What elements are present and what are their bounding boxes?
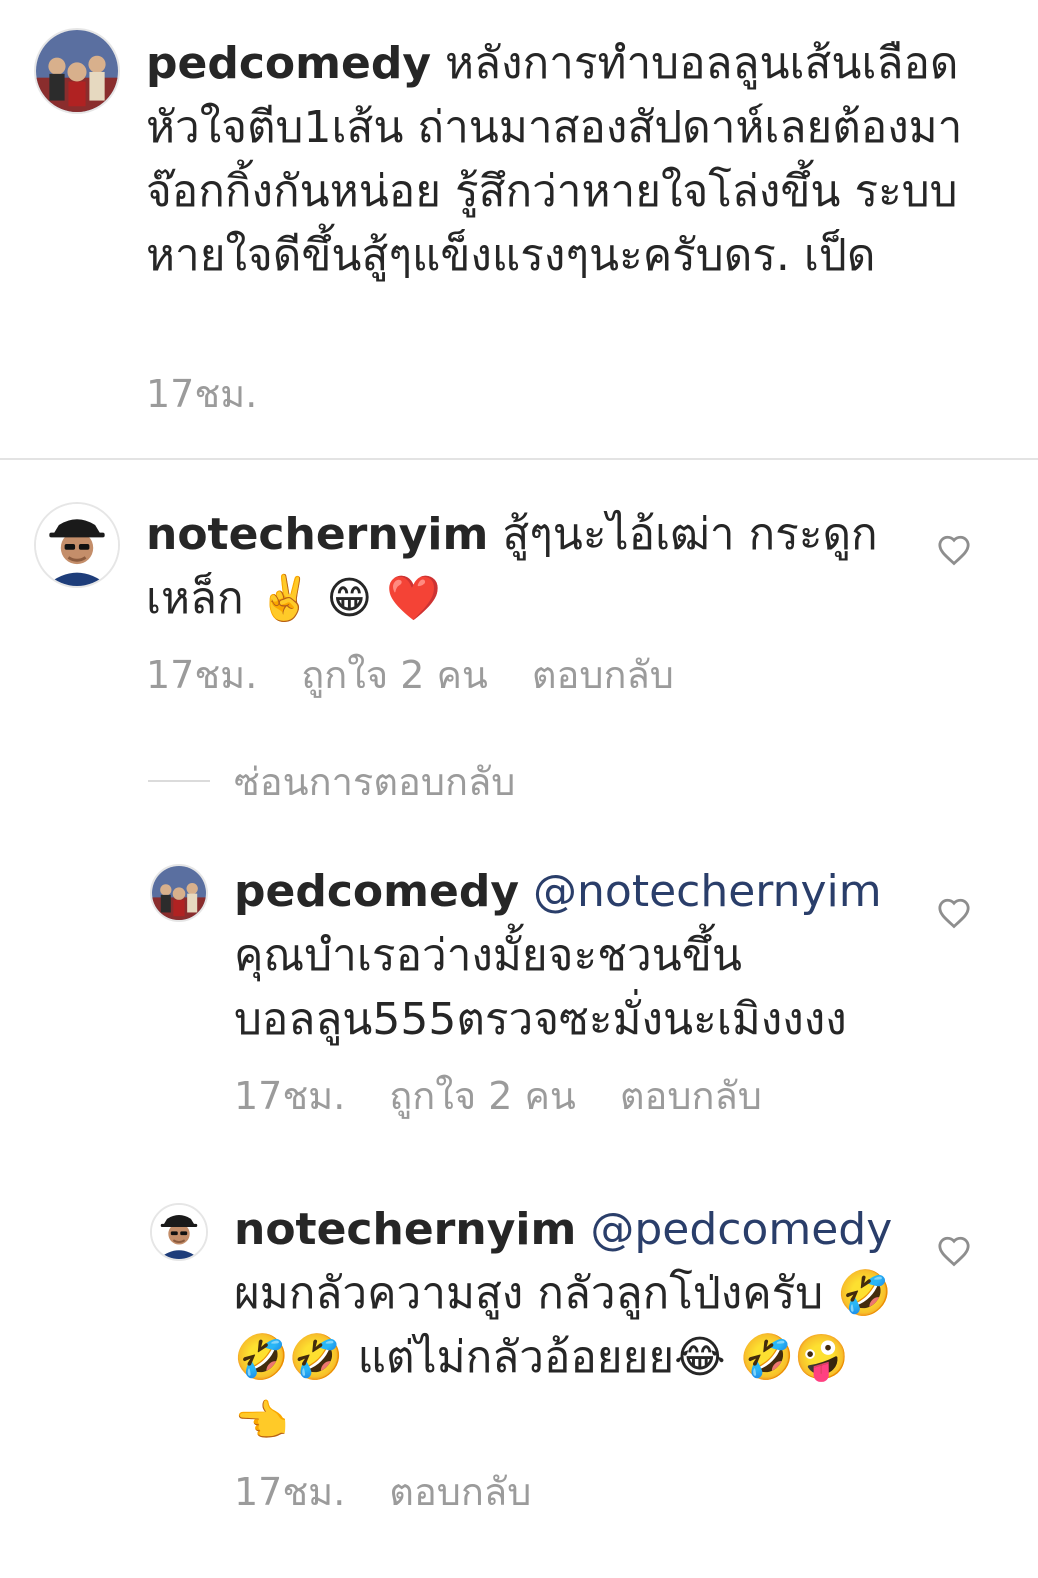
caption-comment: pedcomedy หลังการทำบอลลูนเส้นเลือดหัวใจต…: [146, 32, 996, 288]
comment-emoji: ✌️ 😁 ❤️: [257, 573, 442, 624]
reply-text: คุณบำเรอว่างมั้ยจะชวนขึ้นบอลลูน555ตรวจซะ…: [234, 930, 847, 1045]
likes-count-link[interactable]: ถูกใจ 2 คน: [301, 652, 488, 698]
avatar-pedcomedy-reply[interactable]: [150, 864, 208, 922]
reply-time: 17ชม.: [234, 1074, 346, 1118]
reply-emoji-tears: 😂: [674, 1332, 726, 1383]
reply-time: 17ชม.: [234, 1470, 346, 1514]
caption-username[interactable]: pedcomedy: [146, 38, 431, 89]
hide-replies-button[interactable]: ซ่อนการตอบกลับ: [148, 758, 515, 804]
avatar-image: [152, 866, 206, 920]
avatar-image: [152, 1205, 206, 1259]
reply-button[interactable]: ตอบกลับ: [389, 1469, 531, 1515]
reply-meta: 17ชม. ถูกใจ 2 คน ตอบกลับ: [234, 1073, 762, 1119]
reply-mention[interactable]: @notechernyim: [533, 866, 882, 917]
reply-pedcomedy: pedcomedy @notechernyim คุณบำเรอว่างมั้ย…: [234, 860, 894, 1052]
reply-mention[interactable]: @pedcomedy: [590, 1204, 892, 1255]
caption-meta: 17ชม.: [146, 371, 257, 417]
like-heart-icon[interactable]: [937, 897, 971, 929]
hide-replies-line: [148, 780, 210, 782]
avatar-image: [36, 504, 118, 586]
like-heart-icon[interactable]: [937, 1235, 971, 1267]
avatar-notechernyim[interactable]: [34, 502, 120, 588]
reply-text-2: แต่ไม่กลัวอ้อยยย: [357, 1332, 675, 1383]
caption-time: 17ชม.: [146, 372, 258, 416]
avatar-notechernyim-reply[interactable]: [150, 1203, 208, 1261]
comment-username[interactable]: notechernyim: [146, 509, 488, 560]
avatar-image: [36, 30, 118, 112]
likes-count-link[interactable]: ถูกใจ 2 คน: [389, 1073, 576, 1119]
comment-notechernyim: notechernyim สู้ๆนะไอ้เฒ่า กระดูกเหล็ก ✌…: [146, 503, 886, 631]
like-heart-icon[interactable]: [937, 534, 971, 566]
reply-button[interactable]: ตอบกลับ: [532, 652, 674, 698]
reply-notechernyim: notechernyim @pedcomedy ผมกลัวความสูง กล…: [234, 1198, 894, 1454]
comment-meta: 17ชม. ถูกใจ 2 คน ตอบกลับ: [146, 652, 674, 698]
reply-button[interactable]: ตอบกลับ: [620, 1073, 762, 1119]
reply-username[interactable]: notechernyim: [234, 1204, 576, 1255]
reply-text: ผมกลัวความสูง กลัวลูกโป่งครับ: [234, 1268, 824, 1319]
reply-meta: 17ชม. ตอบกลับ: [234, 1469, 531, 1515]
comment-time: 17ชม.: [146, 653, 258, 697]
caption-divider: [0, 458, 1038, 460]
hide-replies-label: ซ่อนการตอบกลับ: [234, 759, 516, 804]
reply-username[interactable]: pedcomedy: [234, 866, 519, 917]
avatar-pedcomedy[interactable]: [34, 28, 120, 114]
